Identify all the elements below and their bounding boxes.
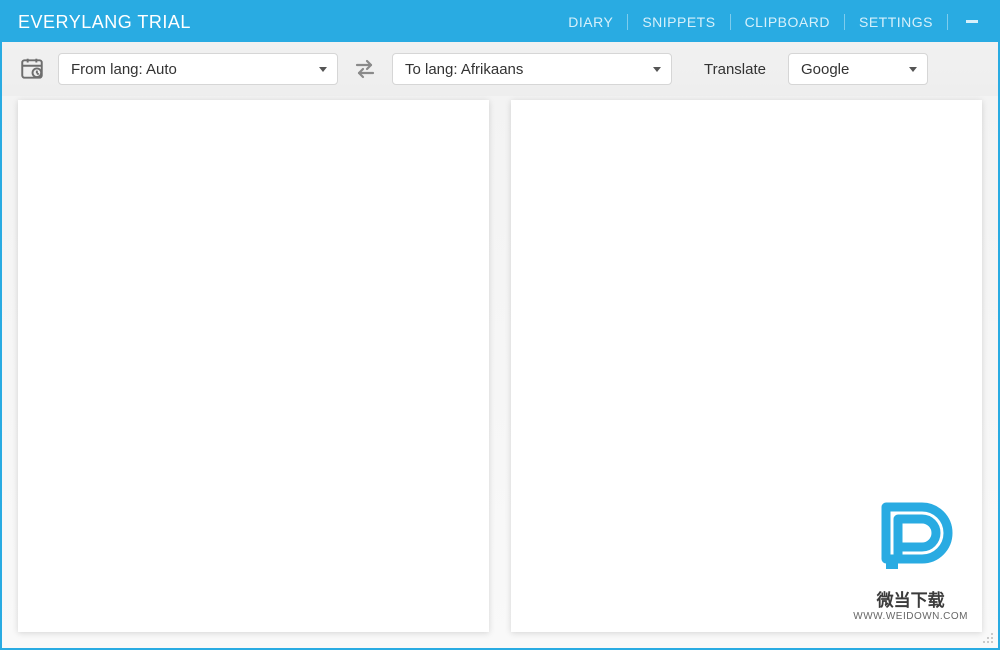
from-language-select[interactable]: From lang: Auto [58, 53, 338, 85]
app-window: EVERYLANG TRIAL DIARY SNIPPETS CLIPBOARD… [0, 0, 1000, 650]
translated-text-pane[interactable] [511, 100, 982, 632]
source-text-pane[interactable] [18, 100, 489, 632]
toolbar: From lang: Auto To lang: Afrikaans Trans… [2, 42, 998, 96]
chevron-down-icon [909, 67, 917, 72]
titlebar: EVERYLANG TRIAL DIARY SNIPPETS CLIPBOARD… [2, 2, 998, 42]
translation-engine-select[interactable]: Google [788, 53, 928, 85]
resize-grip-icon[interactable] [982, 632, 994, 644]
to-language-select[interactable]: To lang: Afrikaans [392, 53, 672, 85]
chevron-down-icon [653, 67, 661, 72]
nav-settings[interactable]: SETTINGS [845, 14, 948, 30]
translation-engine-value: Google [801, 61, 849, 78]
minimize-button[interactable] [956, 13, 988, 31]
swap-languages-button[interactable] [350, 59, 380, 79]
nav-clipboard[interactable]: CLIPBOARD [731, 14, 845, 30]
titlebar-nav: DIARY SNIPPETS CLIPBOARD SETTINGS [554, 13, 988, 31]
from-language-value: From lang: Auto [71, 61, 177, 78]
content-area [2, 96, 998, 648]
translate-label: Translate [704, 61, 766, 78]
to-language-value: To lang: Afrikaans [405, 61, 523, 78]
app-title: EVERYLANG TRIAL [18, 12, 191, 33]
chevron-down-icon [319, 67, 327, 72]
history-icon[interactable] [18, 55, 46, 83]
nav-diary[interactable]: DIARY [554, 14, 628, 30]
nav-snippets[interactable]: SNIPPETS [628, 14, 730, 30]
